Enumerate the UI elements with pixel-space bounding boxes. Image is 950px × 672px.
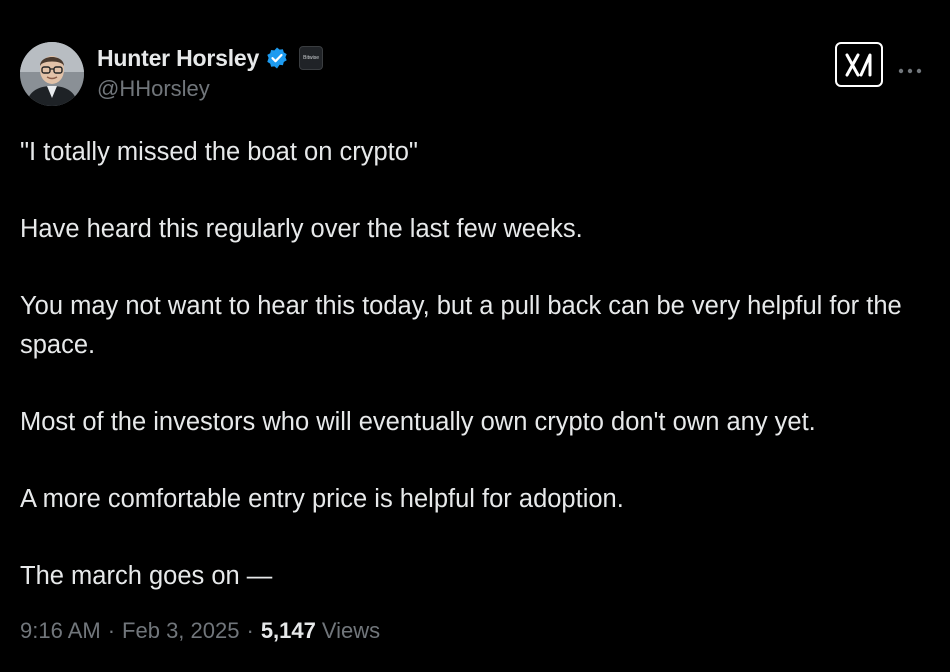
tweet-paragraph: You may not want to hear this today, but… (20, 292, 902, 359)
person-photo-avatar (20, 42, 84, 106)
tweet-paragraph: The march goes on — (20, 562, 273, 590)
avatar[interactable] (20, 42, 84, 106)
tweet-time[interactable]: 9:16 AM (20, 618, 101, 644)
tweet-meta: 9:16 AM · Feb 3, 2025 · 5,147 Views (20, 618, 380, 644)
x-grok-logo-icon[interactable] (835, 42, 883, 87)
verified-badge-icon[interactable] (265, 46, 289, 70)
author-display-name[interactable]: Hunter Horsley (97, 45, 259, 72)
affiliate-badge-icon[interactable]: Bitwise (299, 46, 324, 70)
affiliate-badge-label: Bitwise (303, 55, 319, 61)
meta-separator: · (246, 618, 254, 643)
author-name-row: Hunter Horsley Bitwise (97, 42, 324, 74)
tweet-paragraph: A more comfortable entry price is helpfu… (20, 485, 624, 513)
tweet-date[interactable]: Feb 3, 2025 (122, 618, 239, 644)
tweet-text: "I totally missed the boat on crypto" Ha… (20, 133, 925, 596)
more-dots-icon[interactable] (898, 62, 922, 74)
tweet-paragraph: Have heard this regularly over the last … (20, 215, 583, 243)
tweet-paragraph: "I totally missed the boat on crypto" (20, 138, 418, 166)
meta-separator: · (107, 618, 116, 643)
views-count[interactable]: 5,147 (261, 618, 316, 644)
tweet-card: Hunter Horsley Bitwise @HHorsley "I tota… (0, 0, 950, 672)
views-label[interactable]: Views (322, 618, 380, 644)
tweet-paragraph: Most of the investors who will eventuall… (20, 408, 816, 436)
author-handle[interactable]: @HHorsley (97, 76, 210, 102)
